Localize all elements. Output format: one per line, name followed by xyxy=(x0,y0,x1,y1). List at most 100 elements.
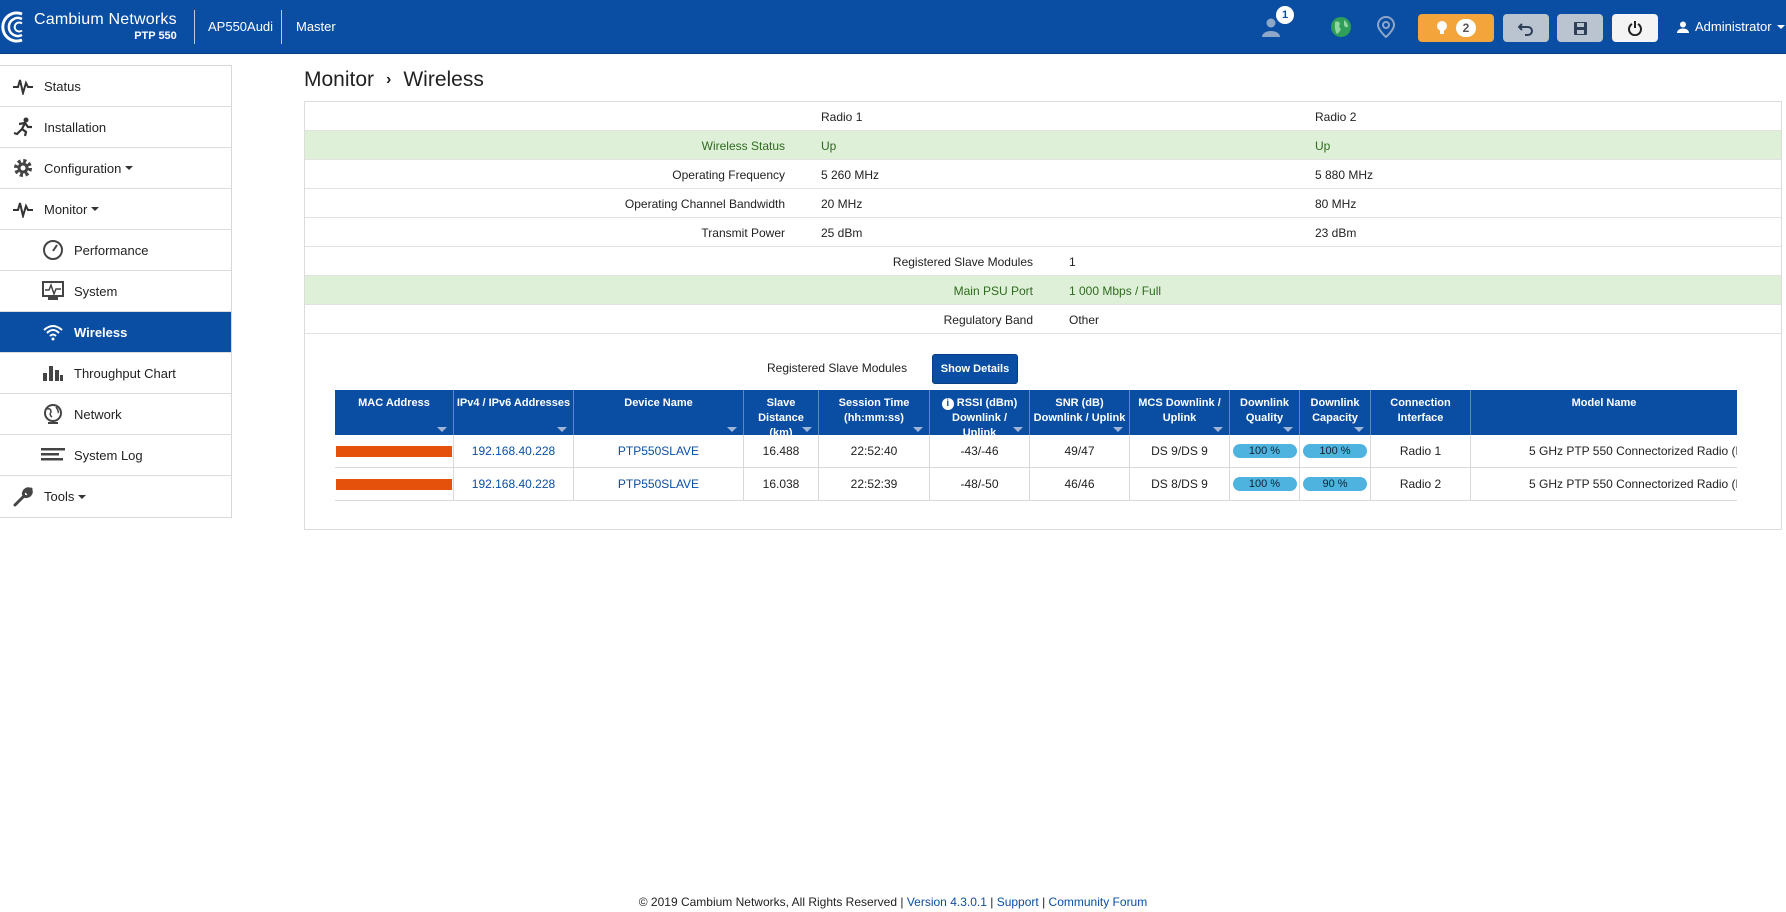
slaves-table: MAC Address IPv4 / IPv6 Addresses Device… xyxy=(335,390,1737,501)
radio-2-value: 23 dBm xyxy=(1315,226,1357,240)
sidebar-item-label: Wireless xyxy=(74,324,128,340)
sort-icon xyxy=(557,427,567,432)
sidebar-item-installation[interactable]: Installation xyxy=(0,107,231,148)
table-row[interactable]: 192.168.40.228 PTP550SLAVE 16.038 22:52:… xyxy=(335,468,1737,501)
brand-logo[interactable]: Cambium Networks PTP 550 xyxy=(0,8,177,46)
globe-button[interactable] xyxy=(1328,14,1354,40)
footer: © 2019 Cambium Networks, All Rights Rese… xyxy=(0,895,1786,909)
row-label: Operating Frequency xyxy=(672,168,785,182)
sidebar-nav: Status Installation Configuration Monito… xyxy=(0,65,232,518)
sidebar-item-configuration[interactable]: Configuration xyxy=(0,148,231,189)
page-title: Wireless xyxy=(403,68,484,91)
footer-separator: | xyxy=(1042,895,1046,909)
col-mcs[interactable]: MCS Downlink / Uplink xyxy=(1130,390,1230,435)
sidebar-item-status[interactable]: Status xyxy=(0,66,231,107)
sidebar-item-wireless[interactable]: Wireless xyxy=(0,312,231,353)
distance-cell: 16.038 xyxy=(744,468,819,500)
location-button[interactable] xyxy=(1373,14,1399,40)
radio-2-value: 80 MHz xyxy=(1315,197,1357,211)
floppy-disk-icon xyxy=(1573,21,1587,35)
sidebar-item-label: Installation xyxy=(44,119,107,135)
sidebar-item-throughput-chart[interactable]: Throughput Chart xyxy=(0,353,231,394)
mac-address-cell xyxy=(335,435,454,467)
wireless-status-panel: Radio 1 Radio 2 Wireless Status Up Up Op… xyxy=(304,101,1782,530)
show-details-button[interactable]: Show Details xyxy=(932,354,1018,384)
ip-link[interactable]: 192.168.40.228 xyxy=(454,435,574,467)
undo-button[interactable] xyxy=(1503,14,1549,42)
col-slave-distance[interactable]: Slave Distance (km) xyxy=(744,390,819,435)
sort-icon xyxy=(802,427,812,432)
radio-1-value: 25 dBm xyxy=(821,226,863,240)
col-downlink-capacity[interactable]: Downlink Capacity xyxy=(1300,390,1371,435)
reboot-button[interactable] xyxy=(1612,14,1658,42)
col-connection-interface[interactable]: Connection Interface xyxy=(1371,390,1471,435)
col-downlink-quality[interactable]: Downlink Quality xyxy=(1230,390,1300,435)
pulse-icon xyxy=(10,75,36,97)
main-psu-port-row: Main PSU Port 1 000 Mbps / Full xyxy=(305,276,1781,305)
row-value: 1 000 Mbps / Full xyxy=(1069,284,1162,298)
admin-label: Administrator xyxy=(1695,19,1772,34)
header-divider xyxy=(281,10,282,44)
sidebar-item-label: System xyxy=(74,283,118,299)
row-value: Other xyxy=(1069,313,1100,327)
mac-redacted xyxy=(336,478,452,490)
connection-cell: Radio 2 xyxy=(1371,468,1471,500)
ip-link[interactable]: 192.168.40.228 xyxy=(454,468,574,500)
mcs-cell: DS 8/DS 9 xyxy=(1130,468,1230,500)
col-mac-address[interactable]: MAC Address xyxy=(335,390,454,435)
sidebar-item-monitor[interactable]: Monitor xyxy=(0,189,231,230)
wireless-status-row: Wireless Status Up Up xyxy=(305,131,1781,160)
brand-name: Cambium Networks xyxy=(34,11,177,28)
sidebar-item-label: Performance xyxy=(74,242,149,258)
sidebar-item-label: Monitor xyxy=(44,201,88,217)
quality-pill: 100 % xyxy=(1232,477,1297,491)
user-icon xyxy=(1677,21,1689,33)
capacity-pill: 100 % xyxy=(1303,444,1367,458)
col-snr[interactable]: SNR (dB) Downlink / Uplink xyxy=(1030,390,1130,435)
sidebar-item-performance[interactable]: Performance xyxy=(0,230,231,271)
support-link[interactable]: Support xyxy=(997,895,1039,909)
snr-cell: 49/47 xyxy=(1030,435,1130,467)
version-link[interactable]: Version 4.3.0.1 xyxy=(907,895,987,909)
col-ip-addresses[interactable]: IPv4 / IPv6 Addresses xyxy=(454,390,574,435)
col-rssi[interactable]: i RSSI (dBm) Downlink / Uplink xyxy=(930,390,1030,435)
user-sessions-button[interactable]: 1 xyxy=(1258,6,1294,40)
registered-slaves-row: Registered Slave Modules 1 xyxy=(305,247,1781,276)
lightbulb-icon xyxy=(1437,21,1447,34)
row-label: Main PSU Port xyxy=(953,284,1033,298)
running-person-icon xyxy=(10,116,36,138)
device-name-link[interactable]: PTP550SLAVE xyxy=(574,435,744,467)
sort-icon xyxy=(1283,427,1293,432)
info-icon[interactable]: i xyxy=(941,398,954,410)
regulatory-band-row: Regulatory Band Other xyxy=(305,305,1781,334)
capacity-cell: 90 % xyxy=(1300,468,1371,500)
undo-icon xyxy=(1518,23,1533,36)
sidebar-item-tools[interactable]: Tools xyxy=(0,476,231,517)
pulse-icon xyxy=(10,198,36,220)
row-value: 1 xyxy=(1069,255,1076,269)
connection-cell: Radio 1 xyxy=(1371,435,1471,467)
chevron-down-icon xyxy=(125,166,134,170)
community-forum-link[interactable]: Community Forum xyxy=(1049,895,1148,909)
header-divider xyxy=(194,10,195,44)
list-lines-icon xyxy=(40,444,66,466)
sidebar-item-system-log[interactable]: System Log xyxy=(0,435,231,476)
user-menu[interactable]: Administrator xyxy=(1677,19,1785,34)
sidebar-item-network[interactable]: Network xyxy=(0,394,231,435)
quality-pill: 100 % xyxy=(1232,444,1297,458)
alerts-button[interactable]: 2 xyxy=(1418,14,1494,42)
row-label: Operating Channel Bandwidth xyxy=(624,197,785,211)
sidebar-item-label: Status xyxy=(44,78,81,94)
col-session-time[interactable]: Session Time (hh:mm:ss) xyxy=(819,390,930,435)
save-button[interactable] xyxy=(1557,14,1603,42)
device-name-link[interactable]: PTP550SLAVE xyxy=(574,468,744,500)
col-model-name[interactable]: Model Name xyxy=(1471,390,1737,435)
sort-icon xyxy=(437,427,447,432)
table-row[interactable]: 192.168.40.228 PTP550SLAVE 16.488 22:52:… xyxy=(335,435,1737,468)
radio-2-value: Up xyxy=(1315,139,1331,153)
sidebar-item-system[interactable]: System xyxy=(0,271,231,312)
breadcrumb: Monitor › Wireless xyxy=(304,68,484,92)
sort-icon xyxy=(1013,427,1023,432)
col-device-name[interactable]: Device Name xyxy=(574,390,744,435)
device-mode: Master xyxy=(296,19,336,34)
